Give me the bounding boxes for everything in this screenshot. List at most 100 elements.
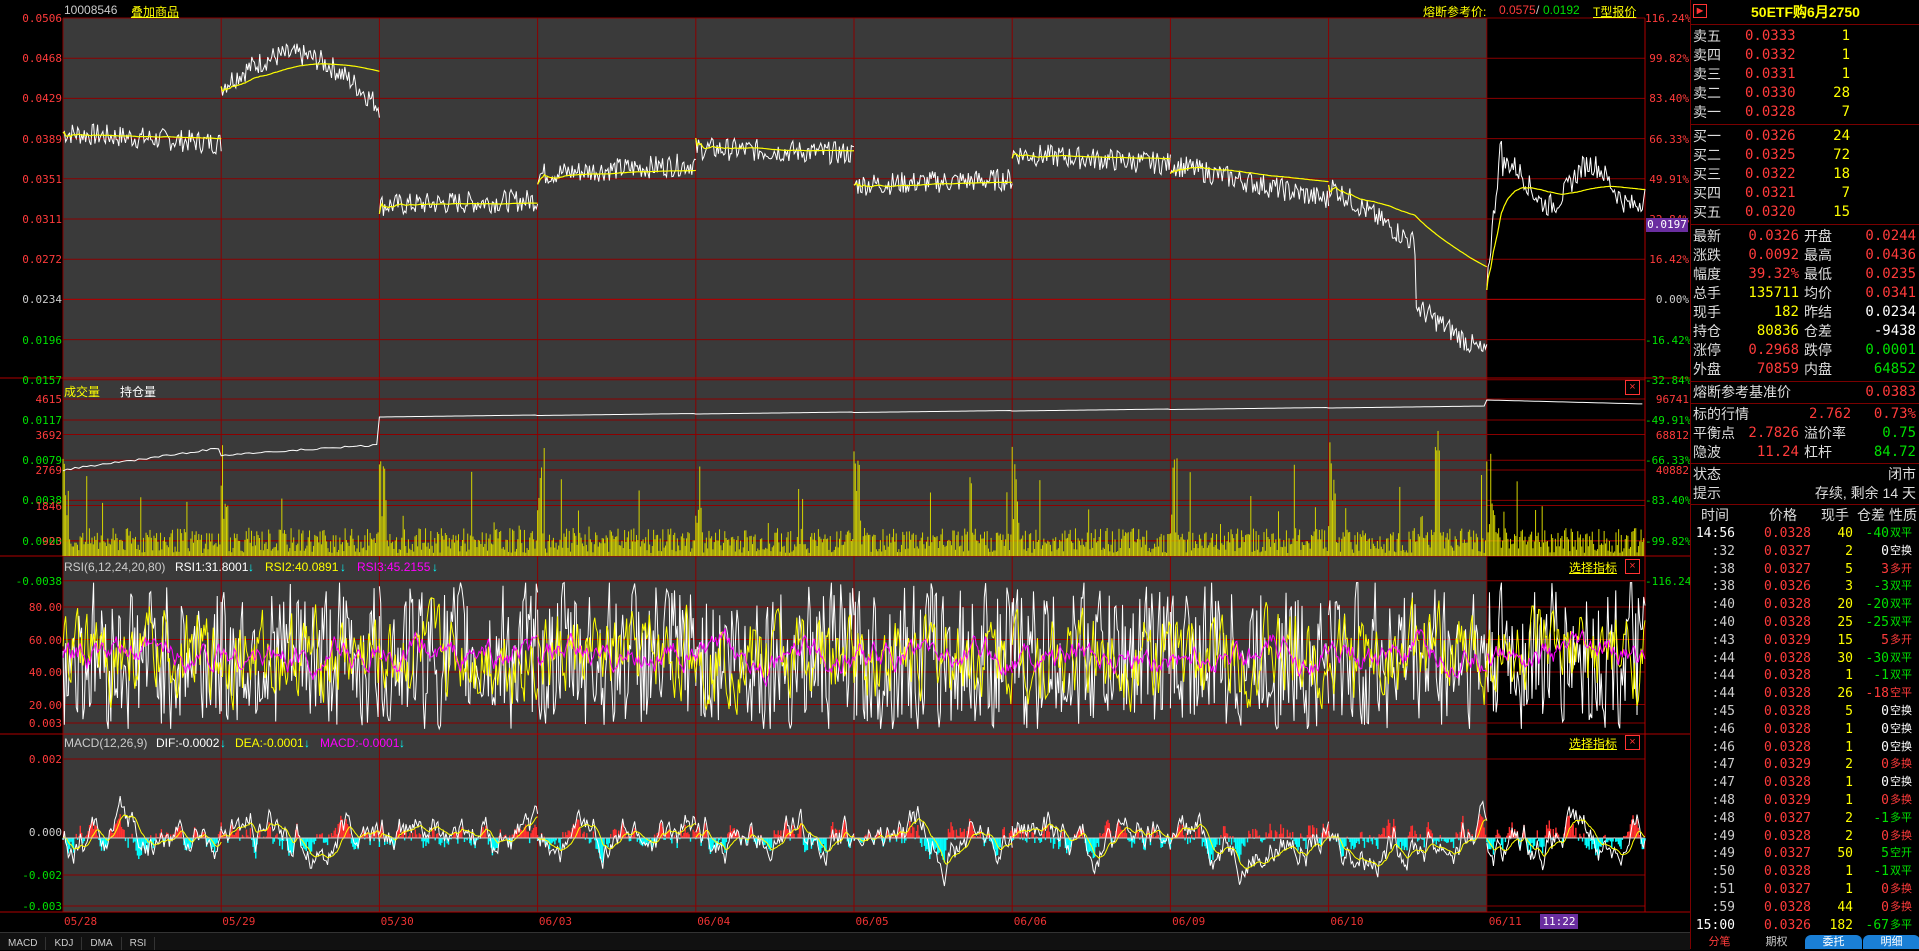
tick-time: :47 (1711, 775, 1735, 791)
tick-nature: 多开 (1890, 633, 1912, 646)
stat-label: 涨停 (1693, 342, 1721, 358)
bid-volume: 18 (1833, 166, 1850, 182)
macd-select-indicator-link[interactable]: 选择指标 (1569, 735, 1617, 752)
tab-dma[interactable]: DMA (82, 937, 122, 950)
tick-price: 0.0328 (1764, 668, 1811, 684)
price-tick-label: 0.0234 (22, 293, 62, 307)
close-volume-panel-icon[interactable]: × (1625, 380, 1640, 395)
stat-value: -9438 (1873, 323, 1916, 339)
tick-oi-change: -1 (1873, 864, 1889, 880)
tick-price: 0.0327 (1764, 561, 1811, 577)
stat-label: 内盘 (1804, 361, 1832, 377)
tick-time: :40 (1711, 614, 1735, 630)
close-rsi-panel-icon[interactable]: × (1625, 559, 1640, 574)
tick-volume: 25 (1837, 614, 1853, 630)
oi-tick-label: 96741 (1655, 393, 1689, 406)
tick-nature: 多换 (1890, 758, 1912, 771)
price-tick-label: -0.0038 (15, 574, 62, 588)
tick-price: 0.0326 (1764, 917, 1811, 933)
t-quote-link[interactable]: T型报价 (1593, 3, 1636, 23)
rsi-tick-label: 80.00 (28, 601, 62, 614)
stat-label: 开盘 (1804, 228, 1832, 244)
price-tick-label: 0.0468 (22, 52, 62, 66)
tick-row: :47 0.0328 1 0 空换 (1691, 774, 1919, 792)
tab-ticks[interactable]: 分笔 (1691, 935, 1748, 949)
tick-nature: 双平 (1890, 651, 1912, 664)
rsi-tick-label: 20.00 (28, 698, 62, 712)
ask-row: 卖四 0.0332 1 (1691, 46, 1919, 65)
pct-tick-label: -83.40% (1645, 494, 1692, 508)
tick-row: :38 0.0326 3 -3 双平 (1691, 578, 1919, 596)
tick-row: 15:00 0.0326 182 -67 多平 (1691, 917, 1919, 935)
tick-row: :59 0.0328 44 0 多换 (1691, 899, 1919, 917)
tick-row: :38 0.0327 5 3 多开 (1691, 561, 1919, 579)
tab-rsi[interactable]: RSI (122, 937, 156, 950)
bid-label: 买三 (1693, 166, 1721, 182)
date-label: 05/29 (222, 915, 256, 928)
add-product-link[interactable]: 叠加商品 (131, 3, 179, 23)
chart-area[interactable]: 10008546 叠加商品 熔断参考价: 0.0575 / 0.0192 T型报… (0, 0, 1698, 950)
underlying-section: 标的行情 2.762 0.73% 平衡点 2.7826 溢价率 0.75 隐波 11.24 杠… (1691, 404, 1919, 464)
option-title: 50ETF购6月2750 (1751, 4, 1860, 20)
status-value: 闭市 (1888, 466, 1916, 482)
tick-time: :44 (1711, 668, 1735, 684)
rsi3-value: RSI3:45.2155 (357, 560, 431, 574)
ask-book: 卖五 0.0333 1 卖四 0.0332 1 卖三 0.0331 1 卖二 0.0330 28 卖一 0… (1691, 25, 1919, 125)
tab-options[interactable]: 期权 (1748, 935, 1805, 949)
tick-volume: 50 (1837, 846, 1853, 862)
tick-price: 0.0327 (1764, 543, 1811, 559)
tab-kdj[interactable]: KDJ (46, 937, 83, 950)
tick-volume: 2 (1845, 810, 1853, 826)
tick-row: :49 0.0327 50 5 空开 (1691, 845, 1919, 863)
tick-oi-change: -20 (1865, 597, 1889, 613)
hint-label: 提示 (1693, 485, 1721, 501)
close-macd-panel-icon[interactable]: × (1625, 735, 1640, 750)
tick-price: 0.0328 (1764, 775, 1811, 791)
tab-details[interactable]: 明细 (1863, 935, 1919, 949)
tick-row: :44 0.0328 1 -1 双平 (1691, 667, 1919, 685)
price-tick-label: 0.0351 (22, 172, 62, 186)
tick-time: :51 (1711, 881, 1735, 897)
stat-value: 0.0341 (1865, 285, 1916, 301)
price-tick-label: 0.0196 (22, 333, 62, 347)
underlying-label: 标的行情 (1693, 406, 1749, 422)
play-icon[interactable]: ▶ (1693, 4, 1707, 18)
tab-macd[interactable]: MACD (0, 937, 47, 950)
tick-row: :44 0.0328 30 -30 双平 (1691, 650, 1919, 668)
rsi2-arrow-icon: ↓ (340, 560, 346, 574)
macd-tick-label: -0.003 (22, 900, 62, 913)
premium-label: 溢价率 (1804, 425, 1846, 441)
tick-oi-change: 0 (1881, 543, 1889, 559)
stat-label: 最低 (1804, 266, 1832, 282)
macd-tick-label: 0.002 (28, 753, 62, 766)
pct-tick-label: -116.24% (1645, 574, 1698, 588)
macd-arrow-icon: ↓ (399, 736, 405, 750)
pct-tick-label: -32.84% (1645, 373, 1692, 387)
tick-price: 0.0327 (1764, 846, 1811, 862)
stat-value: 64852 (1873, 361, 1916, 377)
tick-nature: 双平 (1890, 598, 1912, 611)
fuse-ref-down: 0.0192 (1543, 3, 1580, 17)
dea-arrow-icon: ↓ (304, 736, 310, 750)
pct-tick-label: 66.33% (1649, 132, 1689, 146)
tick-nature: 多开 (1890, 562, 1912, 575)
tick-price: 0.0329 (1764, 632, 1811, 648)
tick-time: :46 (1711, 739, 1735, 755)
rsi-select-indicator-link[interactable]: 选择指标 (1569, 559, 1617, 576)
tick-nature: 多换 (1890, 882, 1912, 895)
ask-label: 卖三 (1693, 66, 1721, 82)
tab-orders[interactable]: 委托 (1805, 935, 1862, 949)
iv-label: 隐波 (1693, 444, 1721, 460)
tick-nature: 多平 (1890, 811, 1912, 824)
tick-time: :44 (1711, 686, 1735, 702)
tick-oi-change: 0 (1881, 881, 1889, 897)
ask-volume: 7 (1841, 104, 1850, 120)
tick-nature: 双平 (1890, 615, 1912, 628)
date-label: 06/11 (1488, 915, 1522, 928)
macd-tick-label: 0.000 (28, 826, 62, 839)
chart-canvas[interactable] (0, 0, 1690, 932)
fuse-base-label: 熔断参考基准价 (1693, 384, 1791, 400)
option-code: 10008546 (64, 3, 118, 17)
tick-volume: 5 (1845, 703, 1853, 719)
stat-value: 182 (1773, 304, 1799, 320)
